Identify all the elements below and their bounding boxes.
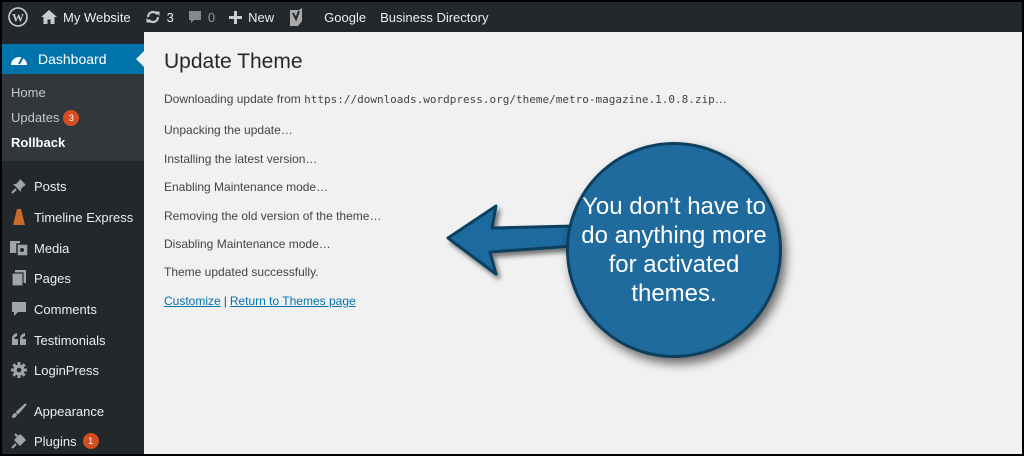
google-menu[interactable]: Google	[317, 2, 373, 32]
updates-badge: 3	[63, 110, 80, 126]
return-to-themes-link[interactable]: Return to Themes page	[230, 294, 356, 308]
sidebar-item-comments[interactable]: Comments	[2, 295, 144, 323]
wordpress-logo-icon[interactable]: W	[2, 2, 34, 32]
step-message: Installing the latest version…	[164, 152, 318, 166]
sidebar-item-label: Pages	[34, 270, 71, 286]
admin-sidebar: Dashboard Home Updates 3 Rollback Posts T…	[2, 32, 144, 454]
sidebar-item-pages[interactable]: Pages	[2, 264, 144, 292]
sidebar-item-testimonials[interactable]: Testimonials	[2, 326, 144, 354]
sidebar-item-timeline-express[interactable]: Timeline Express	[2, 203, 144, 231]
business-directory-menu[interactable]: Business Directory	[373, 2, 495, 32]
dashboard-label: Dashboard	[38, 51, 107, 67]
yoast-icon	[288, 8, 304, 26]
brush-icon	[9, 403, 29, 419]
page-title: Update Theme	[164, 50, 303, 73]
sidebar-item-label: Timeline Express	[34, 209, 134, 225]
sidebar-item-label: Testimonials	[34, 332, 106, 348]
comments-count: 0	[207, 9, 216, 25]
current-menu-arrow	[136, 51, 144, 67]
sidebar-item-label: Media	[34, 240, 70, 256]
timeline-icon	[9, 209, 29, 225]
screenshot-frame: W My Website 3 0 New Google Business Dir…	[2, 2, 1022, 454]
step-message: Disabling Maintenance mode…	[164, 237, 331, 251]
submenu-rollback[interactable]: Rollback	[11, 135, 65, 150]
gear-icon	[9, 362, 29, 378]
site-name: My Website	[63, 9, 131, 25]
downloading-suffix: …	[714, 92, 727, 106]
pages-icon	[9, 270, 29, 286]
annotation-callout: You don't have to do anything more for a…	[566, 142, 782, 358]
step-message: Unpacking the update…	[164, 123, 293, 137]
updates-menu[interactable]: 3	[138, 2, 181, 32]
dashboard-icon	[9, 52, 29, 66]
site-name-menu[interactable]: My Website	[34, 2, 138, 32]
sidebar-item-label: Plugins	[34, 433, 77, 449]
submenu-updates[interactable]: Updates 3	[11, 110, 80, 126]
refresh-icon	[145, 9, 161, 25]
step-message: Removing the old version of the theme…	[164, 209, 382, 223]
sidebar-item-label: Appearance	[34, 403, 105, 419]
yoast-seo-menu[interactable]	[281, 2, 311, 32]
sidebar-item-appearance[interactable]: Appearance	[2, 397, 144, 425]
sidebar-item-plugins[interactable]: Plugins 1	[2, 427, 144, 454]
updates-count: 3	[166, 9, 174, 25]
new-content-menu[interactable]: New	[222, 2, 281, 32]
comment-bubble-icon	[188, 10, 202, 24]
submenu-updates-label: Updates	[11, 110, 60, 125]
svg-text:W: W	[12, 11, 24, 25]
business-directory-label: Business Directory	[380, 9, 489, 25]
sidebar-item-label: Posts	[34, 178, 67, 194]
pin-icon	[9, 178, 29, 194]
callout-text: You don't have to do anything more for a…	[581, 193, 767, 307]
media-icon	[9, 240, 29, 256]
dashboard-submenu: Home Updates 3 Rollback	[2, 74, 144, 161]
result-links: Customize | Return to Themes page	[164, 294, 356, 308]
submenu-home[interactable]: Home	[11, 85, 46, 100]
success-message: Theme updated successfully.	[164, 265, 319, 279]
link-separator: |	[223, 294, 227, 308]
downloading-message: Downloading update from https://download…	[164, 92, 727, 106]
google-label: Google	[324, 9, 367, 25]
step-message: Enabling Maintenance mode…	[164, 180, 329, 194]
comments-icon	[9, 301, 29, 317]
sidebar-item-label: Comments	[34, 301, 97, 317]
new-label: New	[248, 9, 275, 25]
sidebar-item-label: LoginPress	[34, 362, 100, 378]
plugin-icon	[9, 433, 29, 449]
sidebar-item-posts[interactable]: Posts	[2, 172, 144, 200]
plus-icon	[229, 10, 243, 24]
plugins-badge: 1	[82, 433, 99, 449]
annotation-arrow-icon	[446, 204, 576, 276]
home-icon	[41, 10, 57, 24]
downloading-prefix: Downloading update from	[164, 92, 305, 106]
download-url: https://downloads.wordpress.org/theme/me…	[304, 93, 715, 106]
comments-menu[interactable]: 0	[181, 2, 222, 32]
sidebar-item-media[interactable]: Media	[2, 234, 144, 262]
admin-bar: W My Website 3 0 New Google Business Dir…	[2, 2, 1022, 32]
quote-icon	[9, 333, 29, 347]
customize-link[interactable]: Customize	[164, 294, 221, 308]
sidebar-item-dashboard[interactable]: Dashboard	[2, 44, 144, 74]
sidebar-item-loginpress[interactable]: LoginPress	[2, 356, 144, 384]
